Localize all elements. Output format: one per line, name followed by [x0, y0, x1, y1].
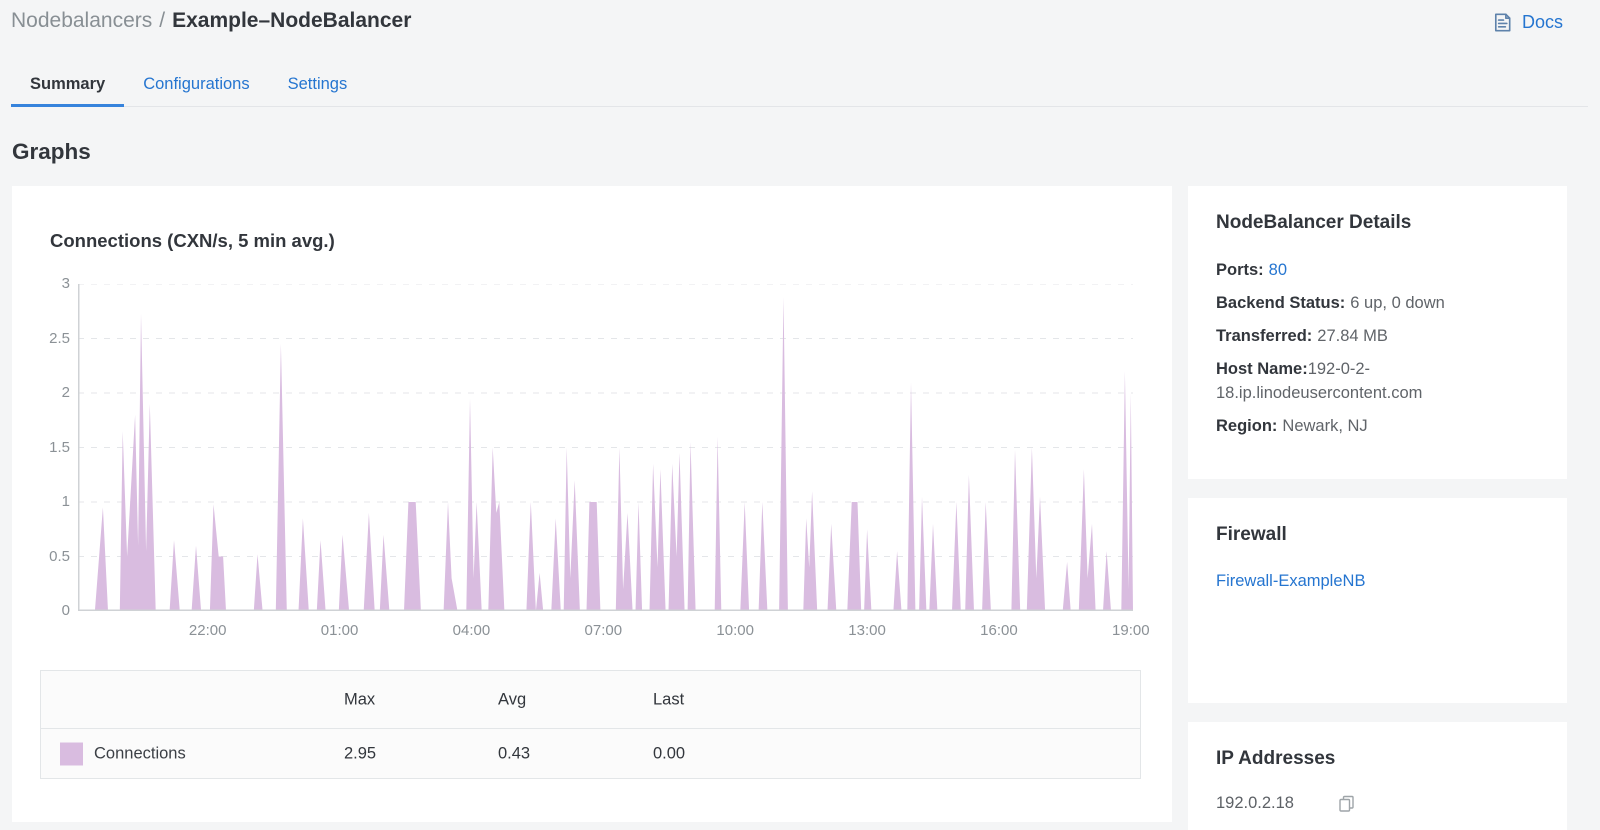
x-tick-label: 04:00 [452, 622, 491, 639]
tabbar: Summary Configurations Settings [11, 64, 366, 107]
region-label: Region: [1216, 417, 1278, 435]
x-tick-label: 22:00 [188, 622, 227, 639]
connections-area-svg [78, 284, 1133, 611]
region-value: Newark, NJ [1282, 417, 1368, 435]
transferred-label: Transferred: [1216, 327, 1313, 345]
breadcrumb-nodebalancers-link[interactable]: Nodebalancers [11, 9, 152, 32]
firewall-panel-title: Firewall [1216, 524, 1287, 545]
y-tick-label: 2.5 [49, 329, 70, 347]
tab-settings[interactable]: Settings [269, 64, 367, 107]
x-tick-label: 10:00 [716, 622, 754, 639]
details-panel-title: NodeBalancer Details [1216, 212, 1412, 233]
stat-last-value: 0.00 [653, 744, 686, 762]
connections-graph-panel: Connections (CXN/s, 5 min avg.) 0 0.5 1 1.5… [12, 186, 1172, 822]
page: Nodebalancers / Example–NodeBalancer Docs … [0, 0, 1600, 830]
nodebalancer-details-panel: NodeBalancer Details Ports: 80 Backend St… [1188, 186, 1567, 479]
docs-label: Docs [1521, 12, 1563, 32]
detail-row-ports: Ports: 80 [1216, 258, 1539, 282]
column-header-avg: Avg [498, 690, 527, 708]
backend-status-value: 6 up, 0 down [1350, 294, 1445, 312]
legend-table-row: Connections 2.95 0.43 0.00 [41, 728, 1140, 778]
x-tick-label: 07:00 [584, 622, 623, 639]
hostname-label: Host Name: [1216, 360, 1308, 378]
backend-status-label: Backend Status: [1216, 294, 1346, 312]
x-tick-label: 13:00 [848, 622, 886, 639]
ip-panel-title: IP Addresses [1216, 748, 1336, 769]
x-tick-label: 19:00 [1112, 622, 1150, 639]
transferred-value: 27.84 MB [1317, 327, 1388, 345]
ports-value-link[interactable]: 80 [1269, 261, 1287, 279]
y-tick-label: 3 [61, 275, 70, 292]
x-axis-labels: 22:00 01:00 04:00 07:00 10:00 13:00 16:00 19:00 [78, 622, 1150, 642]
ip-addresses-panel: IP Addresses 192.0.2.18 [1188, 722, 1567, 830]
page-title: Example–NodeBalancer [172, 9, 412, 32]
tab-configurations[interactable]: Configurations [124, 64, 268, 107]
column-header-last: Last [653, 690, 685, 708]
y-tick-label: 2 [61, 384, 70, 401]
legend-swatch [60, 742, 83, 765]
ip-address-row: 192.0.2.18 [1216, 794, 1539, 813]
legend-table: Max Avg Last Connections 2.95 0.43 0.00 [40, 670, 1141, 779]
y-tick-label: 0 [61, 602, 70, 619]
connections-area-chart [78, 284, 1133, 611]
firewall-panel: Firewall Firewall-ExampleNB [1188, 498, 1567, 703]
breadcrumb: Nodebalancers / Example–NodeBalancer [11, 9, 411, 33]
chart-title: Connections (CXN/s, 5 min avg.) [50, 230, 335, 251]
tab-summary[interactable]: Summary [11, 64, 125, 107]
y-tick-label: 1.5 [49, 438, 70, 456]
y-axis-labels: 0 0.5 1 1.5 2 2.5 3 [12, 275, 70, 619]
docs-icon [1491, 11, 1514, 34]
x-tick-label: 01:00 [320, 622, 359, 639]
stat-max-value: 2.95 [344, 744, 377, 762]
column-header-max: Max [344, 690, 376, 708]
stat-avg-value: 0.43 [498, 744, 531, 762]
x-tick-label: 16:00 [980, 622, 1018, 639]
legend-table-header: Max Avg Last [41, 671, 1140, 728]
y-tick-label: 0.5 [49, 547, 70, 565]
breadcrumb-separator: / [159, 9, 166, 32]
legend-series-label: Connections [94, 744, 186, 762]
detail-row-transferred: Transferred: 27.84 MB [1216, 324, 1539, 348]
detail-row-hostname: Host Name:192-0-2-18.ip.linodeuserconten… [1216, 357, 1539, 405]
firewall-link[interactable]: Firewall-ExampleNB [1216, 572, 1365, 591]
detail-row-backend-status: Backend Status: 6 up, 0 down [1216, 291, 1539, 315]
y-tick-label: 1 [61, 493, 70, 510]
copy-ip-button[interactable] [1338, 795, 1355, 812]
ports-label: Ports: [1216, 261, 1264, 279]
detail-row-region: Region: Newark, NJ [1216, 414, 1539, 438]
graphs-section-title: Graphs [12, 139, 91, 164]
ip-address-value: 192.0.2.18 [1216, 794, 1294, 812]
docs-link[interactable]: Docs [1491, 11, 1563, 34]
